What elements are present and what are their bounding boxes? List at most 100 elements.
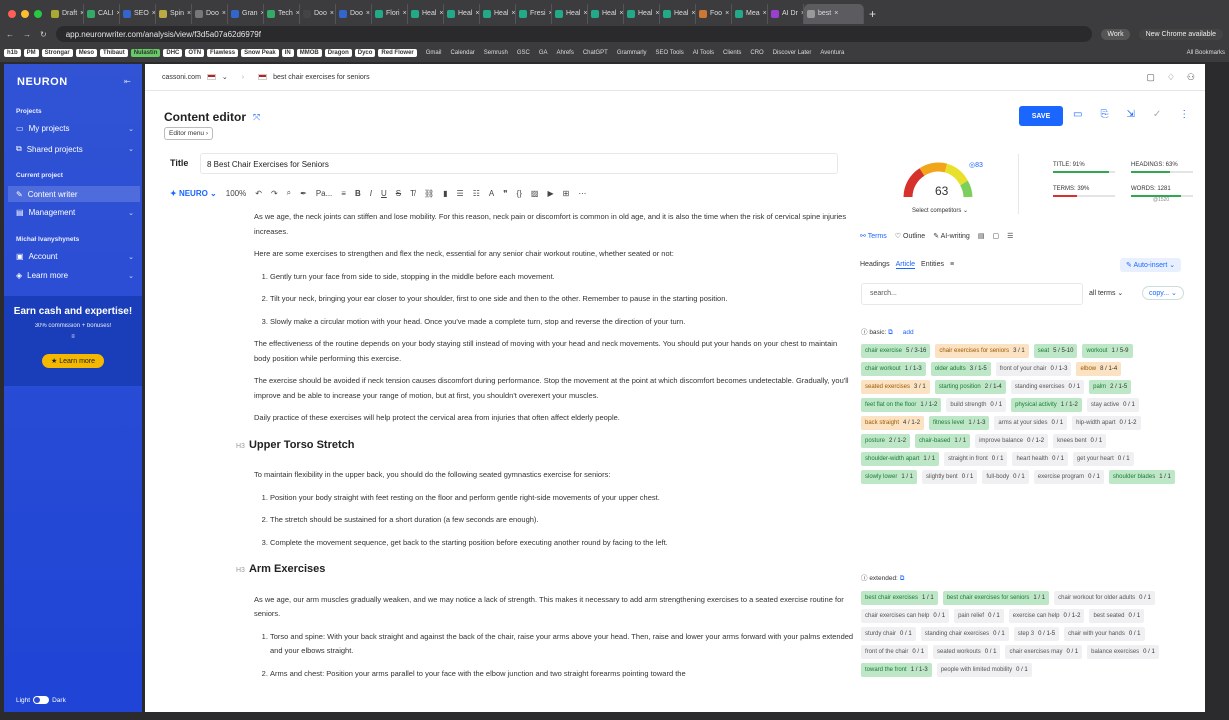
browser-tab[interactable]: Mea × — [732, 3, 768, 24]
theme-toggle[interactable] — [33, 696, 50, 704]
editor-content[interactable]: As we age, the neck joints can stiffen a… — [236, 210, 854, 689]
term-chip[interactable]: exercise can help 0 / 1-2 — [1008, 609, 1085, 623]
search-icon[interactable]: ⌕ — [287, 188, 291, 198]
term-chip[interactable]: full-body 0 / 1 — [982, 470, 1029, 484]
bookmark-link[interactable]: AI Tools — [693, 50, 714, 56]
term-chip[interactable]: seated workouts 0 / 1 — [933, 645, 1001, 659]
close-tab-icon[interactable]: × — [834, 10, 838, 17]
browser-tab[interactable]: Draft × — [48, 3, 84, 24]
all-bookmarks-button[interactable]: All Bookmarks — [1187, 50, 1225, 56]
check-icon[interactable]: ✓ — [1153, 109, 1161, 120]
user-icon[interactable]: ⚇ — [1187, 72, 1195, 83]
term-chip[interactable]: seat 5 / 5-10 — [1033, 344, 1078, 358]
bookmark-chip[interactable]: DHC — [163, 49, 183, 57]
bookmark-link[interactable]: Ahrefs — [557, 50, 574, 56]
paragraph-select[interactable]: Pa... — [316, 189, 332, 198]
terms-search-input[interactable]: search... — [861, 283, 1083, 305]
term-chip[interactable]: get your heart 0 / 1 — [1072, 452, 1134, 466]
clear-format-icon[interactable]: T̸ — [410, 189, 415, 198]
list-icon[interactable]: ☰ — [1007, 232, 1013, 240]
auto-insert-button[interactable]: ✎ Auto-insert ⌄ — [1120, 258, 1182, 272]
text-color-icon[interactable]: A — [489, 189, 494, 198]
bookmark-chip[interactable]: PM — [23, 49, 39, 57]
bookmark-link[interactable]: Gmail — [426, 50, 442, 56]
browser-tab[interactable]: Heal × — [408, 3, 444, 24]
more-icon[interactable]: ⋮ — [1179, 109, 1189, 120]
term-chip[interactable]: knees bent 0 / 1 — [1053, 434, 1107, 448]
chevron-down-icon[interactable]: ⌄ — [222, 73, 228, 81]
term-chip[interactable]: pain relief 0 / 1 — [954, 609, 1004, 623]
term-chip[interactable]: standing chair exercises 0 / 1 — [920, 627, 1009, 641]
term-chip[interactable]: toward the front 1 / 1-3 — [861, 663, 932, 677]
close-tab-icon[interactable]: × — [511, 10, 515, 17]
underline-icon[interactable]: U — [381, 189, 387, 198]
term-chip[interactable]: chair exercises may 0 / 1 — [1005, 645, 1083, 659]
term-chip[interactable]: shoulder blades 1 / 1 — [1108, 470, 1175, 484]
browser-tab[interactable]: Heal × — [588, 3, 624, 24]
browser-tab[interactable]: Doo × — [192, 3, 228, 24]
term-chip[interactable]: fitness level 1 / 1-3 — [929, 416, 990, 430]
bookmark-chip[interactable]: h1b — [4, 49, 21, 57]
forward-icon[interactable]: → — [23, 30, 31, 39]
image-icon[interactable]: ▨ — [531, 189, 539, 198]
quote-icon[interactable]: ❞ — [503, 189, 507, 198]
term-chip[interactable]: back straight 4 / 1-2 — [861, 416, 925, 430]
term-chip[interactable]: physical activity 1 / 1-2 — [1011, 398, 1082, 412]
sidebar-item-learn-more[interactable]: ◈ Learn more ⌄ — [16, 271, 134, 280]
browser-tab[interactable]: Heal × — [624, 3, 660, 24]
term-chip[interactable]: chair with your hands 0 / 1 — [1064, 627, 1145, 641]
term-chip[interactable]: chair workout for older adults 0 / 1 — [1054, 591, 1155, 605]
browser-tab[interactable]: Tech × — [264, 3, 300, 24]
browser-tab[interactable]: Doo × — [336, 3, 372, 24]
window-controls[interactable] — [0, 9, 48, 18]
editor-menu-button[interactable]: Editor menu › — [164, 127, 214, 140]
browser-tab[interactable]: Heal × — [660, 3, 696, 24]
term-chip[interactable]: build strength 0 / 1 — [946, 398, 1007, 412]
bookmark-chip[interactable]: Thibaut — [100, 49, 128, 57]
copy-icon[interactable]: ⧉ — [888, 329, 893, 336]
browser-tab[interactable]: Flori × — [372, 3, 408, 24]
close-tab-icon[interactable]: × — [366, 10, 370, 17]
term-chip[interactable]: best chair exercises 1 / 1 — [861, 591, 938, 605]
term-chip[interactable]: workout 1 / 5-9 — [1082, 344, 1133, 358]
code-icon[interactable]: {} — [517, 189, 522, 198]
tab-ai-writing[interactable]: ✎ AI-writing — [933, 232, 970, 240]
project-domain[interactable]: cassoni.com — [162, 74, 201, 81]
subtab-article[interactable]: Article — [895, 261, 916, 269]
close-tab-icon[interactable]: × — [725, 10, 729, 17]
bookmark-link[interactable]: Grammarly — [617, 50, 647, 56]
profile-button[interactable]: Work — [1101, 28, 1130, 40]
term-chip[interactable]: front of your chair 0 / 1-3 — [995, 362, 1072, 376]
file-export-icon[interactable]: ⎘ — [1100, 109, 1108, 120]
italic-icon[interactable]: I — [370, 189, 372, 198]
bookmark-chip[interactable]: Red Flower — [378, 49, 417, 57]
expand-icon[interactable]: ⤧ — [253, 112, 260, 123]
redo-icon[interactable]: ↷ — [271, 189, 278, 198]
zoom-select[interactable]: 100% — [226, 189, 246, 198]
term-chip[interactable]: best chair exercises for seniors 1 / 1 — [942, 591, 1050, 605]
browser-tab[interactable]: Heal × — [480, 3, 516, 24]
close-tab-icon[interactable]: × — [439, 10, 443, 17]
back-icon[interactable]: ← — [6, 30, 14, 39]
bookmark-link[interactable]: SEO Tools — [656, 50, 684, 56]
term-chip[interactable]: chair-based 1 / 1 — [915, 434, 971, 448]
all-terms-select[interactable]: all terms ⌄ — [1089, 289, 1123, 297]
term-chip[interactable]: stay active 0 / 1 — [1086, 398, 1139, 412]
bell-icon[interactable]: ♢ — [1167, 72, 1175, 83]
browser-tab[interactable]: best × — [804, 3, 864, 24]
browser-tab[interactable]: Heal × — [552, 3, 588, 24]
term-chip[interactable]: posture 2 / 1-2 — [861, 434, 911, 448]
copy-icon[interactable]: ⧉ — [900, 575, 905, 582]
term-chip[interactable]: older adults 3 / 1-5 — [930, 362, 991, 376]
bookmark-link[interactable]: Semrush — [484, 50, 508, 56]
term-chip[interactable]: balance exercises 0 / 1 — [1087, 645, 1159, 659]
bookmark-chip[interactable]: OTN — [185, 49, 205, 57]
term-chip[interactable]: step 30 / 1-5 — [1013, 627, 1060, 641]
filter-icon[interactable]: ≡ — [950, 261, 954, 269]
bookmark-chip[interactable]: Nulastin — [130, 49, 161, 57]
select-competitors[interactable]: Select competitors ⌄ — [912, 207, 968, 214]
term-chip[interactable]: standing exercises 0 / 1 — [1010, 380, 1085, 394]
term-chip[interactable]: starting position 2 / 1-4 — [934, 380, 1006, 394]
bookmark-link[interactable]: Clients — [723, 50, 741, 56]
term-chip[interactable]: palm 2 / 1-5 — [1089, 380, 1132, 394]
